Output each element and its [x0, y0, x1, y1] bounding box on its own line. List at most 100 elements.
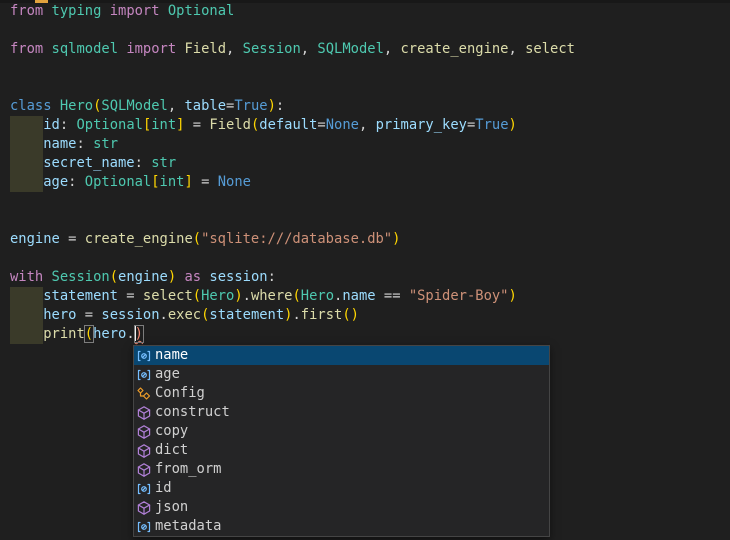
code-token [52, 98, 60, 114]
code-token: : [268, 269, 276, 285]
method-icon [136, 443, 152, 459]
code-token: ) [135, 326, 143, 342]
code-token: ( [193, 231, 201, 247]
code-editor[interactable]: from typing import Optionalfrom sqlmodel… [10, 2, 575, 344]
field-icon [136, 519, 152, 535]
suggestion-label: name [155, 346, 188, 365]
code-token: ( [193, 288, 201, 304]
field-icon [136, 348, 152, 364]
code-token: select [525, 41, 575, 57]
code-token: Field [209, 117, 251, 133]
code-token: Session [52, 269, 110, 285]
code-token: primary_key [376, 117, 467, 133]
code-token: Session [243, 41, 301, 57]
code-token: ) [392, 231, 400, 247]
code-token [43, 3, 51, 19]
code-token: where [251, 288, 293, 304]
method-icon [136, 462, 152, 478]
code-token [10, 117, 43, 133]
autocomplete-dropdown: name age Config construct copy dict from… [133, 345, 550, 537]
code-token: str [93, 136, 118, 152]
code-token [43, 269, 51, 285]
code-token: statement [209, 307, 284, 323]
code-token: "Spider-Boy" [409, 288, 509, 304]
code-token: ) [168, 269, 176, 285]
code-token: table [184, 98, 226, 114]
suggestion-item-name[interactable]: name [134, 346, 549, 365]
suggestion-item-metadata[interactable]: metadata [134, 517, 549, 536]
code-token: class [10, 98, 52, 114]
code-token: secret_name [43, 155, 134, 171]
code-token: ) [351, 307, 359, 323]
suggestion-label: from_orm [155, 460, 221, 479]
suggestion-label: dict [155, 441, 188, 460]
code-token: ( [292, 288, 300, 304]
suggestion-item-copy[interactable]: copy [134, 422, 549, 441]
code-token: select [143, 288, 193, 304]
code-line: with Session(engine) as session: [10, 268, 575, 287]
code-token: session [209, 269, 267, 285]
code-line: class Hero(SQLModel, table=True): [10, 97, 575, 116]
suggestion-label: metadata [155, 517, 221, 536]
code-token: ) [509, 117, 517, 133]
code-token [10, 155, 43, 171]
code-token: exec [168, 307, 201, 323]
code-token: = [118, 288, 143, 304]
code-token: Hero [301, 288, 334, 304]
code-token: id [43, 117, 60, 133]
code-token: name [342, 288, 375, 304]
code-token: , [359, 117, 376, 133]
suggestion-item-from_orm[interactable]: from_orm [134, 460, 549, 479]
suggestion-item-age[interactable]: age [134, 365, 549, 384]
code-token [10, 288, 43, 304]
code-token: str [151, 155, 176, 171]
code-token: , [226, 41, 243, 57]
code-token: . [292, 307, 300, 323]
code-token: Hero [60, 98, 93, 114]
code-line [10, 192, 575, 211]
code-token: ) [509, 288, 517, 304]
code-line: secret_name: str [10, 154, 575, 173]
code-token: ( [85, 326, 93, 342]
code-token: None [326, 117, 359, 133]
code-token: = [76, 307, 101, 323]
code-line: age: Optional[int] = None [10, 173, 575, 192]
code-token: : [276, 98, 284, 114]
code-line [10, 78, 575, 97]
code-token: create_engine [85, 231, 193, 247]
suggestion-item-construct[interactable]: construct [134, 403, 549, 422]
code-token: : [76, 136, 93, 152]
code-token: ( [342, 307, 350, 323]
method-icon [136, 424, 152, 440]
code-line [10, 59, 575, 78]
code-token: Field [184, 41, 226, 57]
suggestion-item-json[interactable]: json [134, 498, 549, 517]
code-token: : [60, 117, 77, 133]
code-token: None [218, 174, 251, 190]
code-token [43, 41, 51, 57]
code-token: == [376, 288, 409, 304]
suggestion-item-id[interactable]: id [134, 479, 549, 498]
suggestion-item-dict[interactable]: dict [134, 441, 549, 460]
code-token: create_engine [401, 41, 509, 57]
code-line [10, 21, 575, 40]
code-line: id: Optional[int] = Field(default=None, … [10, 116, 575, 135]
code-token: True [234, 98, 267, 114]
code-token: SQLModel [317, 41, 383, 57]
suggestion-label: copy [155, 422, 188, 441]
method-icon [136, 405, 152, 421]
code-line: statement = select(Hero).where(Hero.name… [10, 287, 575, 306]
code-token: ) [234, 288, 242, 304]
code-token: = [193, 174, 218, 190]
code-token: as [184, 269, 201, 285]
code-token: age [43, 174, 68, 190]
code-token: import [110, 3, 160, 19]
suggestion-item-Config[interactable]: Config [134, 384, 549, 403]
suggestion-label: id [155, 479, 172, 498]
code-token: name [43, 136, 76, 152]
code-token: sqlmodel [52, 41, 118, 57]
code-token: . [160, 307, 168, 323]
code-token: int [151, 117, 176, 133]
code-token: = [184, 117, 209, 133]
code-token [160, 3, 168, 19]
